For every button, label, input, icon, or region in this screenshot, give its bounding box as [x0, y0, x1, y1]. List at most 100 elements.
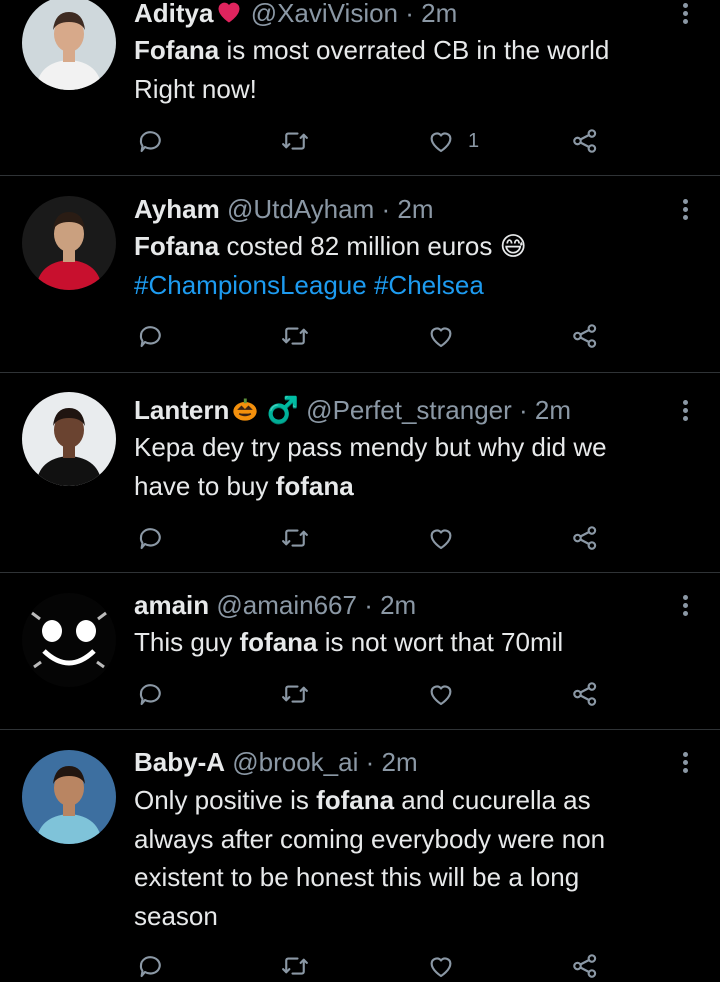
share-button[interactable] [570, 678, 600, 710]
display-name[interactable]: Aditya [134, 0, 213, 28]
text-segment: This guy [134, 627, 240, 657]
share-button[interactable] [570, 320, 600, 352]
highlighted-keyword: fofana [316, 785, 395, 815]
timestamp[interactable]: 2m [397, 194, 433, 224]
text-segment: is not wort that 70mil [317, 627, 564, 657]
tweet-actions [134, 678, 614, 710]
share-icon [573, 954, 597, 978]
retweet-icon [282, 327, 308, 345]
tweet-actions: 1 [134, 125, 614, 157]
share-icon [573, 526, 597, 550]
retweet-button[interactable] [280, 678, 310, 710]
highlighted-keyword: fofana [239, 627, 318, 657]
tweet-divider [0, 175, 720, 176]
hashtag-link[interactable]: #Chelsea [374, 270, 484, 300]
separator-dot: · [374, 194, 398, 224]
reply-button[interactable] [136, 678, 166, 710]
text-segment: always after coming everybody were non [134, 823, 606, 854]
like-button[interactable]: 1 [426, 125, 479, 157]
more-options-icon[interactable] [676, 749, 694, 777]
avatar[interactable] [22, 0, 116, 90]
tweet-text: Only positive is fofana and cucurella as… [134, 781, 694, 935]
display-name[interactable]: Baby-A [134, 747, 225, 777]
timestamp[interactable]: 2m [380, 590, 416, 620]
retweet-button[interactable] [280, 522, 310, 554]
tweet-divider [0, 372, 720, 373]
tweet-text-line: existent to be honest this will be a lon… [134, 858, 694, 897]
reply-icon [139, 684, 161, 706]
user-handle[interactable]: @XaviVision [243, 0, 398, 28]
reply-icon [139, 956, 161, 978]
avatar[interactable] [22, 750, 116, 844]
avatar[interactable] [22, 593, 116, 687]
text-segment: 😅 [499, 231, 527, 261]
share-button[interactable] [570, 522, 600, 554]
retweet-button[interactable] [280, 950, 310, 982]
tweet-text-line: season [134, 897, 694, 936]
retweet-icon [282, 957, 308, 975]
text-segment: is most overrated CB in the world [219, 35, 610, 65]
share-icon [573, 682, 597, 706]
highlighted-keyword: Fofana [134, 231, 220, 261]
tweet-text: Fofana is most overrated CB in the world… [134, 31, 694, 108]
timestamp[interactable]: 2m [421, 0, 457, 28]
reply-button[interactable] [136, 125, 166, 157]
text-segment: season [134, 900, 218, 931]
tweet-text-line: #ChampionsLeague #Chelsea [134, 266, 694, 305]
reply-icon [139, 528, 161, 550]
heart-icon [430, 529, 452, 550]
tweet-divider [0, 572, 720, 573]
retweet-icon [282, 529, 308, 547]
tweet-text: This guy fofana is not wort that 70mil [134, 623, 694, 662]
text-segment: have to buy [134, 470, 276, 501]
more-options-icon[interactable] [676, 196, 694, 224]
tweet-text-line: Only positive is fofana and cucurella as [134, 781, 694, 820]
user-handle[interactable]: @amain667 [209, 590, 357, 620]
separator-dot: · [511, 395, 535, 425]
retweet-button[interactable] [280, 125, 310, 157]
hashtag-link[interactable]: #ChampionsLeague [134, 270, 367, 300]
tweet-header: Aditya @XaviVision · 2m [134, 0, 457, 28]
share-button[interactable] [570, 125, 600, 157]
like-button[interactable] [426, 678, 456, 710]
tweet-text-line: have to buy fofana [134, 467, 694, 506]
tweet-actions [134, 950, 614, 982]
tweet-text: Fofana costed 82 million euros 😅 #Champio… [134, 227, 694, 304]
separator-dot: · [358, 747, 382, 777]
reply-icon [139, 131, 161, 153]
more-options-icon[interactable] [676, 397, 694, 425]
reply-button[interactable] [136, 950, 166, 982]
timestamp[interactable]: 2m [381, 747, 417, 777]
retweet-button[interactable] [280, 320, 310, 352]
tweet-text-line: always after coming everybody were non [134, 820, 694, 859]
like-button[interactable] [426, 950, 456, 982]
retweet-icon [282, 132, 308, 150]
heart-icon [430, 132, 452, 153]
more-options-icon[interactable] [676, 0, 694, 28]
user-handle[interactable]: @brook_ai [225, 747, 358, 777]
timestamp[interactable]: 2m [535, 395, 571, 425]
reply-button[interactable] [136, 320, 166, 352]
avatar[interactable] [22, 196, 116, 290]
display-name[interactable]: Ayham [134, 194, 220, 224]
display-name[interactable]: amain [134, 590, 209, 620]
reply-button[interactable] [136, 522, 166, 554]
separator-dot: · [356, 590, 381, 620]
user-handle[interactable]: @UtdAyham [220, 194, 374, 224]
highlighted-keyword: fofana [275, 470, 354, 501]
share-button[interactable] [570, 950, 600, 982]
text-segment: Only positive is [134, 785, 317, 815]
tweet-header: Ayham @UtdAyham · 2m [134, 194, 434, 224]
display-name[interactable]: Lantern [134, 395, 229, 425]
user-handle[interactable]: @Perfet_stranger [299, 395, 512, 425]
tweet-text-line: Fofana costed 82 million euros 😅 [134, 227, 694, 266]
name-suffix: ♂️ [259, 395, 299, 425]
like-button[interactable] [426, 522, 456, 554]
avatar[interactable] [22, 392, 116, 486]
like-button[interactable] [426, 320, 456, 352]
tweet-header: Baby-A @brook_ai · 2m [134, 747, 418, 777]
tweet-text: Kepa dey try pass mendy but why did we ha… [134, 428, 694, 505]
text-segment: Kepa dey try pass mendy but why did we [134, 432, 607, 462]
more-options-icon[interactable] [676, 592, 694, 620]
heart-icon [430, 327, 452, 348]
